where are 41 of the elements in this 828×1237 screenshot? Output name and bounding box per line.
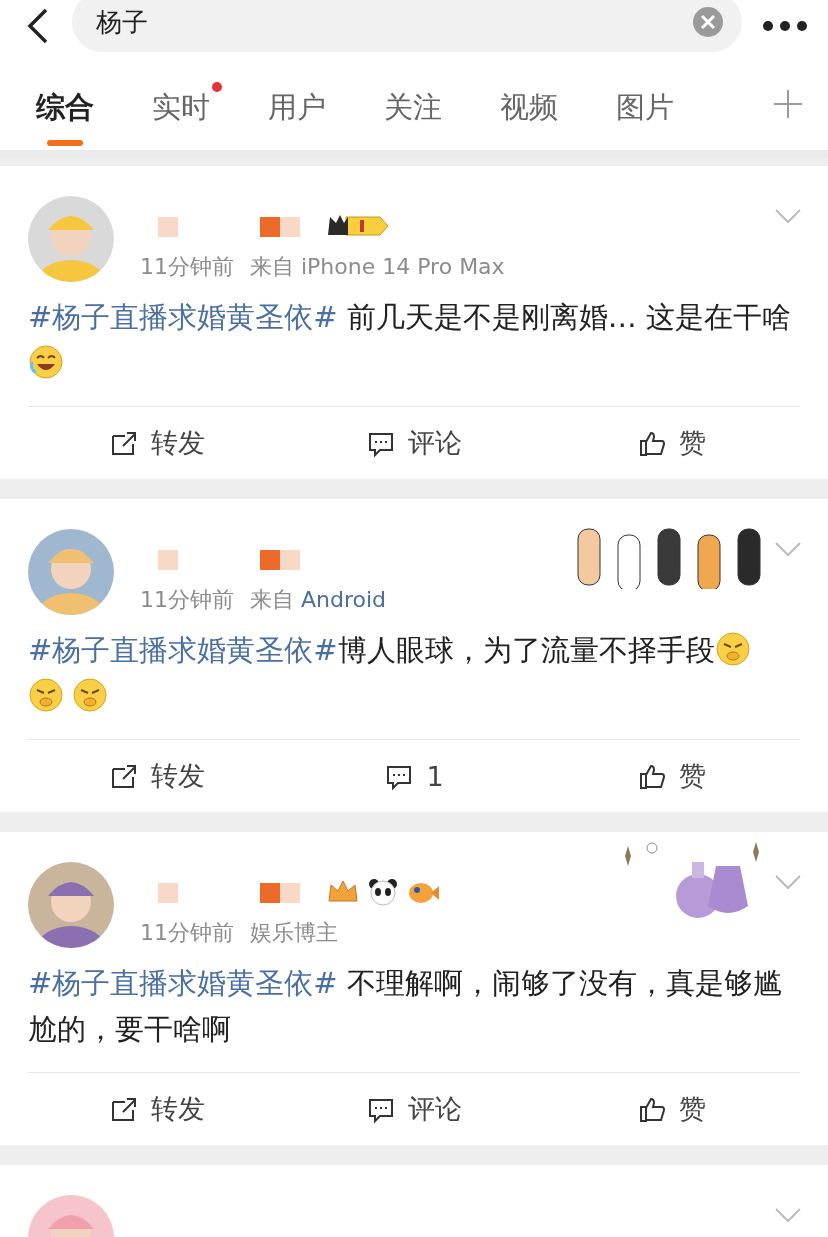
like-button[interactable]: 赞 xyxy=(542,1090,800,1128)
post-time: 11分钟前 xyxy=(140,253,234,281)
post-source: 来自 Android xyxy=(250,586,387,614)
chevron-down-icon[interactable] xyxy=(774,541,802,557)
search-field[interactable]: 杨子 xyxy=(72,0,742,52)
huffing-emoji-icon xyxy=(28,677,64,713)
post-source: 来自 iPhone 14 Pro Max xyxy=(250,253,505,281)
comment-button[interactable]: 评论 xyxy=(285,424,543,462)
post-text: #杨子直播求婚黄圣依# 前几天是不是刚离婚… 这是在干啥 xyxy=(28,294,800,386)
huffing-emoji-icon xyxy=(72,677,108,713)
chevron-down-icon[interactable] xyxy=(774,1207,802,1223)
plus-icon[interactable] xyxy=(774,90,802,118)
post-time: 11分钟前 xyxy=(140,919,234,947)
tab[interactable]: 实时 xyxy=(152,52,210,150)
forward-button[interactable]: 转发 xyxy=(28,1090,286,1128)
tab[interactable]: 图片 xyxy=(616,52,674,150)
post-source: 娱乐博主 xyxy=(250,919,338,947)
forward-button[interactable]: 转发 xyxy=(28,424,286,462)
forward-button[interactable]: 转发 xyxy=(28,757,286,795)
comment-button[interactable]: 评论 xyxy=(285,1090,543,1128)
laughing-emoji-icon xyxy=(28,344,64,380)
tab[interactable]: 视频 xyxy=(500,52,558,150)
like-button[interactable]: 赞 xyxy=(542,424,800,462)
tab[interactable]: 用户 xyxy=(268,52,326,150)
chevron-down-icon[interactable] xyxy=(774,874,802,890)
hashtag-link[interactable]: #杨子直播求婚黄圣依# xyxy=(28,633,338,667)
like-button[interactable]: 赞 xyxy=(542,757,800,795)
post-time: 11分钟前 xyxy=(140,586,234,614)
hashtag-link[interactable]: #杨子直播求婚黄圣依# xyxy=(28,300,338,334)
tab[interactable]: 综合 xyxy=(36,52,94,150)
more-icon[interactable] xyxy=(762,20,808,32)
chevron-down-icon[interactable] xyxy=(774,208,802,224)
post-text: #杨子直播求婚黄圣依# 不理解啊，闹够了没有，真是够尴尬的，要干啥啊 xyxy=(28,965,783,1048)
huffing-emoji-icon xyxy=(714,631,751,667)
tab[interactable]: 关注 xyxy=(384,52,442,150)
hashtag-link[interactable]: #杨子直播求婚黄圣依# xyxy=(28,966,338,1000)
panda-icon xyxy=(366,877,400,907)
comment-button[interactable]: 1 xyxy=(285,759,543,793)
clear-icon[interactable] xyxy=(692,6,724,38)
device-link[interactable]: Android xyxy=(301,587,387,612)
post-text: #杨子直播求婚黄圣依#博人眼球，为了流量不择手段 xyxy=(28,627,800,719)
